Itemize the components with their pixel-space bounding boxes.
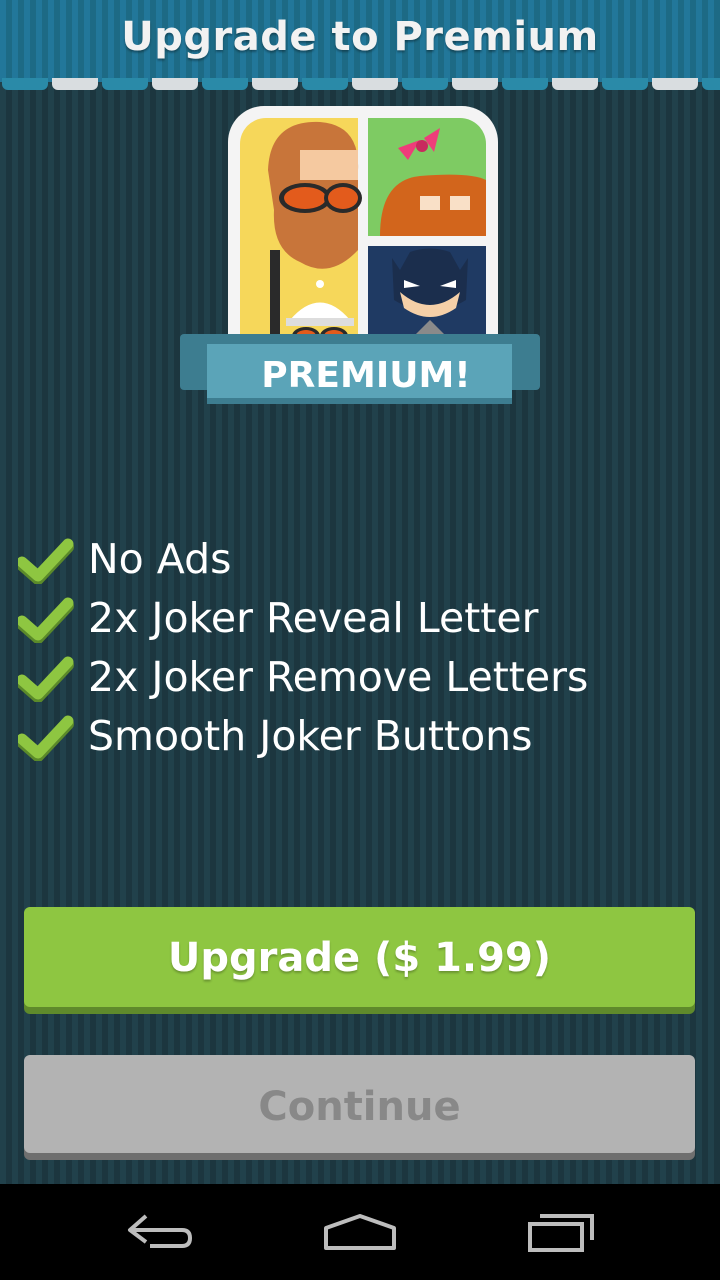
- feature-item: 2x Joker Reveal Letter: [18, 589, 708, 648]
- check-icon: [18, 715, 74, 761]
- feature-label: 2x Joker Remove Letters: [88, 653, 589, 701]
- feature-label: 2x Joker Reveal Letter: [88, 594, 539, 642]
- recents-icon[interactable]: [522, 1202, 602, 1262]
- home-icon[interactable]: [320, 1202, 400, 1262]
- feature-label: No Ads: [88, 535, 232, 583]
- feature-item: 2x Joker Remove Letters: [18, 648, 708, 707]
- feature-item: No Ads: [18, 530, 708, 589]
- premium-app-icon: PREMIUM!: [0, 0, 720, 420]
- check-icon: [18, 538, 74, 584]
- feature-label: Smooth Joker Buttons: [88, 712, 533, 760]
- system-nav-bar: [0, 1184, 720, 1280]
- check-icon: [18, 597, 74, 643]
- upgrade-button[interactable]: Upgrade ($ 1.99): [24, 907, 695, 1007]
- check-icon: [18, 656, 74, 702]
- feature-list: No Ads 2x Joker Reveal Letter 2x Joker R…: [18, 530, 708, 766]
- feature-item: Smooth Joker Buttons: [18, 707, 708, 766]
- continue-button[interactable]: Continue: [24, 1055, 695, 1153]
- badge-label: PREMIUM!: [261, 355, 470, 396]
- premium-illustration: PREMIUM!: [180, 106, 540, 404]
- back-icon[interactable]: [120, 1202, 200, 1262]
